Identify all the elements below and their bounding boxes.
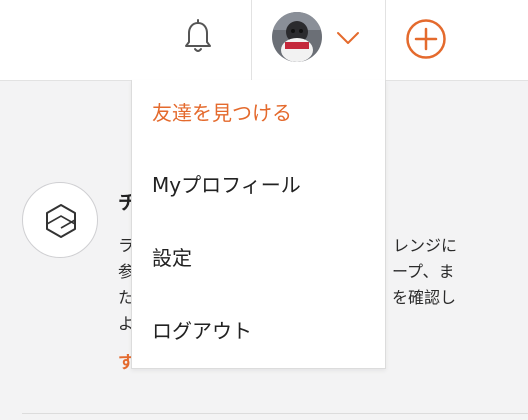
card-text-line: を確認し <box>392 288 457 307</box>
card-text-line: レンジに <box>393 236 458 255</box>
hexagon-icon <box>22 182 98 258</box>
card-text-line: ープ、ま <box>392 262 455 281</box>
menu-item-find-friends[interactable]: 友達を見つける <box>152 97 292 126</box>
bell-icon[interactable] <box>182 18 214 58</box>
top-nav-bar <box>0 0 528 81</box>
menu-item-my-profile[interactable]: Myプロフィール <box>152 169 301 198</box>
menu-item-logout[interactable]: ログアウト <box>152 315 252 344</box>
divider <box>22 413 528 414</box>
plus-circle-icon[interactable] <box>405 18 447 60</box>
account-dropdown-menu: 友達を見つける Myプロフィール 設定 ログアウト <box>131 80 386 369</box>
avatar[interactable] <box>272 12 322 62</box>
chevron-down-icon[interactable] <box>336 28 360 48</box>
menu-item-settings[interactable]: 設定 <box>152 242 192 271</box>
account-menu-toggle[interactable] <box>251 0 386 81</box>
